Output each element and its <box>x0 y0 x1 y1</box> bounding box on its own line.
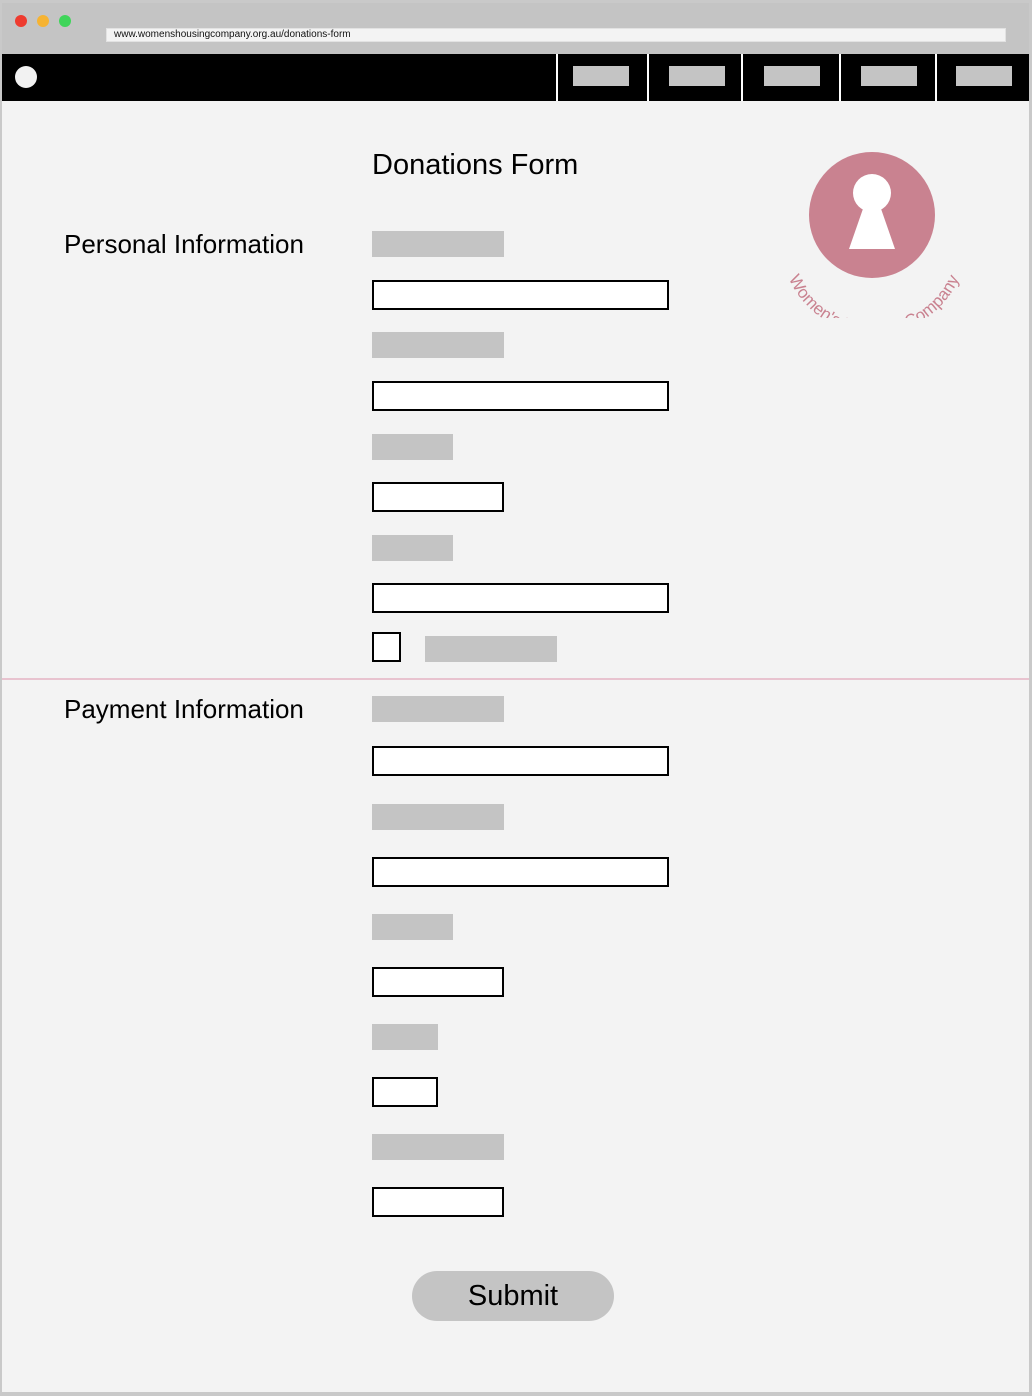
womens-housing-company-logo: Women's Housing Company <box>785 152 963 318</box>
field-label-placeholder <box>372 535 453 561</box>
submit-button[interactable]: Submit <box>412 1271 614 1321</box>
address-bar[interactable]: www.womenshousingcompany.org.au/donation… <box>106 28 1006 42</box>
minimize-window-button[interactable] <box>37 15 49 27</box>
payment-text-field-2[interactable] <box>372 857 669 887</box>
browser-titlebar: www.womenshousingcompany.org.au/donation… <box>2 3 1029 54</box>
section-divider <box>2 678 1029 680</box>
payment-text-field-3[interactable] <box>372 967 504 997</box>
payment-text-field-5[interactable] <box>372 1187 504 1217</box>
close-window-button[interactable] <box>15 15 27 27</box>
nav-item-1[interactable] <box>556 54 649 101</box>
field-label-placeholder <box>372 231 504 257</box>
payment-text-field-4[interactable] <box>372 1077 438 1107</box>
field-label-placeholder <box>372 1134 504 1160</box>
site-logo-icon[interactable] <box>15 66 37 88</box>
nav-item-label-placeholder <box>861 66 917 86</box>
nav-item-3[interactable] <box>741 54 839 101</box>
site-navbar <box>2 54 1029 101</box>
page-title: Donations Form <box>372 149 579 181</box>
field-label-placeholder <box>372 914 453 940</box>
nav-item-2[interactable] <box>647 54 742 101</box>
field-label-placeholder <box>372 434 453 460</box>
nav-item-label-placeholder <box>956 66 1012 86</box>
field-label-placeholder <box>372 696 504 722</box>
personal-text-field-2[interactable] <box>372 381 669 411</box>
nav-item-4[interactable] <box>839 54 937 101</box>
nav-item-label-placeholder <box>573 66 629 86</box>
field-label-placeholder <box>372 332 504 358</box>
browser-window: www.womenshousingcompany.org.au/donation… <box>2 3 1029 1392</box>
payment-information-heading: Payment Information <box>64 694 304 724</box>
field-label-placeholder <box>372 1024 438 1050</box>
nav-item-label-placeholder <box>669 66 725 86</box>
personal-information-heading: Personal Information <box>64 229 304 259</box>
payment-text-field-1[interactable] <box>372 746 669 776</box>
logo-text: Women's Housing Company <box>785 271 963 318</box>
personal-text-field-1[interactable] <box>372 280 669 310</box>
consent-checkbox[interactable] <box>372 632 401 662</box>
nav-item-label-placeholder <box>764 66 820 86</box>
maximize-window-button[interactable] <box>59 15 71 27</box>
checkbox-label-placeholder <box>425 636 557 662</box>
personal-text-field-3[interactable] <box>372 482 504 512</box>
personal-text-field-4[interactable] <box>372 583 669 613</box>
nav-item-5[interactable] <box>935 54 1029 101</box>
field-label-placeholder <box>372 804 504 830</box>
